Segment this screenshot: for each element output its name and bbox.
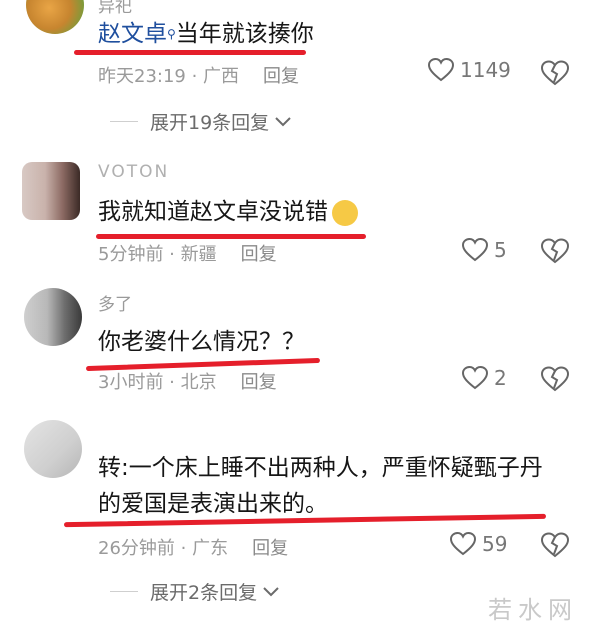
- dislike-icon[interactable]: [540, 532, 570, 558]
- like-button[interactable]: 59: [450, 532, 507, 556]
- dislike-icon[interactable]: [540, 60, 570, 86]
- like-count: 5: [494, 238, 507, 262]
- reply-button[interactable]: 回复: [263, 66, 299, 87]
- comment-body-line-1: 转:一个床上睡不出两种人，严重怀疑甄子丹: [98, 455, 543, 481]
- like-button[interactable]: 5: [462, 238, 507, 262]
- expand-replies-label: 展开2条回复: [150, 582, 258, 604]
- mention-search-icon: ⚲: [167, 27, 176, 41]
- reply-button[interactable]: 回复: [241, 372, 277, 393]
- comment-text: 我就知道赵文卓没说错: [98, 194, 358, 230]
- avatar[interactable]: [26, 0, 84, 34]
- divider: [110, 591, 138, 592]
- dislike-icon[interactable]: [540, 238, 570, 264]
- like-count: 2: [494, 366, 507, 390]
- chevron-down-icon: [275, 116, 291, 126]
- comment-text: 赵文卓⚲当年就该揍你: [98, 16, 314, 52]
- avatar[interactable]: [24, 288, 82, 346]
- comment-username[interactable]: 多了: [98, 290, 132, 315]
- underline-annotation: [96, 234, 366, 239]
- divider: [110, 121, 138, 122]
- dislike-icon[interactable]: [540, 366, 570, 392]
- comment-body: 当年就该揍你: [175, 21, 314, 47]
- mention-link[interactable]: 赵文卓: [98, 21, 167, 47]
- comment-time: 5分钟前: [98, 244, 164, 265]
- like-button[interactable]: 2: [462, 366, 507, 390]
- heart-icon: [462, 238, 488, 262]
- comment-meta: 昨天23:19 · 广西 回复: [98, 66, 300, 87]
- comment-time: 昨天23:19: [98, 66, 186, 87]
- comment-username[interactable]: 异祀: [98, 0, 132, 17]
- comment-meta: 26分钟前 · 广东 回复: [98, 538, 289, 559]
- expand-replies-button[interactable]: 展开2条回复: [110, 578, 281, 605]
- chevron-down-icon: [263, 586, 279, 596]
- underline-annotation: [74, 50, 306, 55]
- heart-icon: [450, 532, 476, 556]
- comment-meta: 5分钟前 · 新疆 回复: [98, 244, 277, 265]
- comment-location: 广西: [203, 66, 240, 87]
- like-count: 1149: [460, 58, 511, 82]
- comment-location: 新疆: [180, 244, 217, 265]
- expand-replies-label: 展开19条回复: [150, 112, 270, 134]
- watermark: 若水网: [488, 596, 578, 624]
- avatar[interactable]: [22, 162, 80, 220]
- comment-time: 26分钟前: [98, 538, 175, 559]
- heart-icon: [462, 366, 488, 390]
- comment-location: 广东: [192, 538, 229, 559]
- comment-body: 你老婆什么情况？？: [98, 329, 305, 355]
- comment-meta: 3小时前 · 北京 回复: [98, 372, 277, 393]
- laughing-emoji-icon: [332, 199, 358, 226]
- like-button[interactable]: 1149: [428, 58, 511, 82]
- reply-button[interactable]: 回复: [241, 244, 277, 265]
- comment-username[interactable]: VOTON: [98, 162, 169, 182]
- expand-replies-button[interactable]: 展开19条回复: [110, 108, 293, 135]
- comment-text: 转:一个床上睡不出两种人，严重怀疑甄子丹 的爱国是表演出来的。: [98, 450, 578, 522]
- comment-time: 3小时前: [98, 372, 164, 393]
- comment-body: 我就知道赵文卓没说错: [98, 199, 328, 225]
- comment-location: 北京: [180, 372, 217, 393]
- like-count: 59: [482, 532, 508, 556]
- heart-icon: [428, 58, 454, 82]
- reply-button[interactable]: 回复: [252, 538, 288, 559]
- avatar[interactable]: [24, 420, 82, 478]
- comment-text: 你老婆什么情况？？: [98, 324, 305, 360]
